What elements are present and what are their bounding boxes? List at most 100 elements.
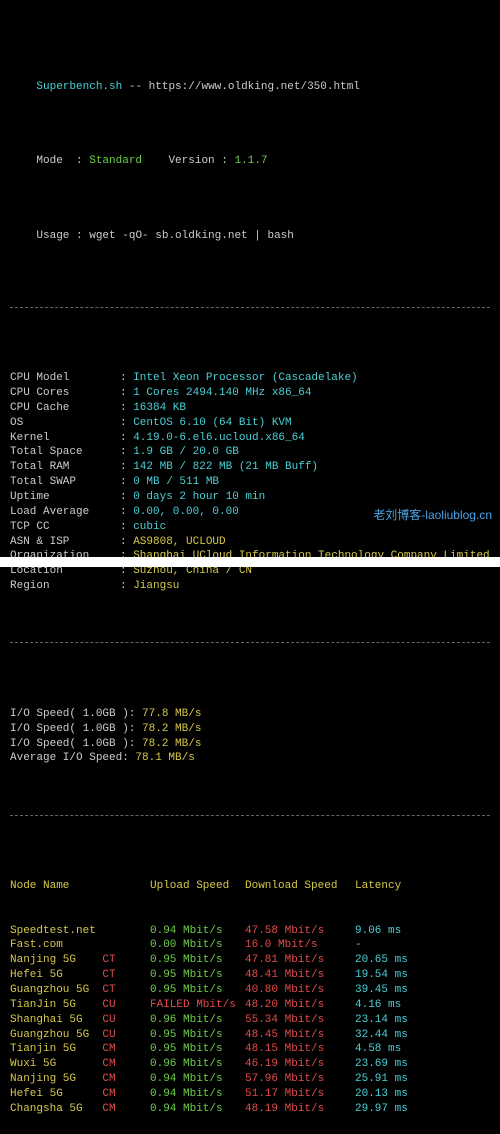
- io-row: I/O Speed( 1.0GB ): 78.2 MB/s: [10, 722, 490, 737]
- upload-speed: 0.95 Mbit/s: [150, 1042, 245, 1057]
- page-footer-blank: [0, 557, 500, 567]
- sys-value: 16384 KB: [133, 402, 186, 414]
- upload-speed: 0.96 Mbit/s: [150, 1057, 245, 1072]
- upload-speed: 0.95 Mbit/s: [150, 1028, 245, 1043]
- node-name: Hefei 5G CM: [10, 1087, 150, 1102]
- upload-speed: 0.94 Mbit/s: [150, 1072, 245, 1087]
- separator: [10, 642, 490, 643]
- sys-row: CPU Model: Intel Xeon Processor (Cascade…: [10, 371, 490, 386]
- speed-row: Tianjin 5G CM0.95 Mbit/s48.15 Mbit/s4.58…: [10, 1042, 490, 1057]
- sys-value: Jiangsu: [133, 580, 179, 592]
- sys-value: 0 days 2 hour 10 min: [133, 491, 265, 503]
- io-row: I/O Speed( 1.0GB ): 77.8 MB/s: [10, 707, 490, 722]
- latency: 19.54 ms: [355, 968, 435, 983]
- sys-label: Load Average: [10, 505, 120, 520]
- sys-row: OS: CentOS 6.10 (64 Bit) KVM: [10, 416, 490, 431]
- sys-row: Total Space: 1.9 GB / 20.0 GB: [10, 445, 490, 460]
- download-speed: 40.80 Mbit/s: [245, 983, 355, 998]
- sys-label: Total RAM: [10, 460, 120, 475]
- header-line-2: Mode : Standard Version : 1.1.7: [10, 140, 490, 185]
- sys-value: cubic: [133, 521, 166, 533]
- upload-speed: 0.96 Mbit/s: [150, 1013, 245, 1028]
- sys-label: TCP CC: [10, 520, 120, 535]
- sys-row: Total SWAP: 0 MB / 511 MB: [10, 475, 490, 490]
- io-value: 78.2 MB/s: [142, 723, 201, 735]
- sys-label: Uptime: [10, 490, 120, 505]
- col-upload: Upload Speed: [150, 879, 245, 894]
- upload-speed: 0.94 Mbit/s: [150, 1087, 245, 1102]
- usage-value: wget -qO- sb.oldking.net | bash: [89, 230, 294, 242]
- latency: 23.69 ms: [355, 1057, 435, 1072]
- sys-value: 4.19.0-6.el6.ucloud.x86_64: [133, 432, 305, 444]
- sys-row: CPU Cores: 1 Cores 2494.140 MHz x86_64: [10, 386, 490, 401]
- download-speed: 47.81 Mbit/s: [245, 953, 355, 968]
- io-row: I/O Speed( 1.0GB ): 78.2 MB/s: [10, 737, 490, 752]
- separator: [10, 815, 490, 816]
- col-download: Download Speed: [245, 879, 355, 894]
- node-name: Shanghai 5G CU: [10, 1013, 150, 1028]
- sys-row: CPU Cache: 16384 KB: [10, 401, 490, 416]
- download-speed: 48.19 Mbit/s: [245, 1102, 355, 1117]
- sys-row: Total RAM: 142 MB / 822 MB (21 MB Buff): [10, 460, 490, 475]
- download-speed: 46.19 Mbit/s: [245, 1057, 355, 1072]
- sys-label: Total SWAP: [10, 475, 120, 490]
- sys-label: CPU Cores: [10, 386, 120, 401]
- header-line-1: Superbench.sh -- https://www.oldking.net…: [10, 65, 490, 110]
- sys-row: ASN & ISP: AS9808, UCLOUD: [10, 535, 490, 550]
- speed-row: Nanjing 5G CM0.94 Mbit/s57.96 Mbit/s25.9…: [10, 1072, 490, 1087]
- latency: 29.97 ms: [355, 1102, 435, 1117]
- speed-header: Node NameUpload SpeedDownload SpeedLaten…: [10, 879, 490, 894]
- latency: 32.44 ms: [355, 1028, 435, 1043]
- sys-label: Kernel: [10, 431, 120, 446]
- speed-row: Fast.com 0.00 Mbit/s16.0 Mbit/s-: [10, 938, 490, 953]
- download-speed: 16.0 Mbit/s: [245, 938, 355, 953]
- upload-speed: 0.94 Mbit/s: [150, 924, 245, 939]
- latency: -: [355, 938, 435, 953]
- sys-label: CPU Model: [10, 371, 120, 386]
- sys-value: Suzhou, China / CN: [133, 565, 252, 577]
- latency: 23.14 ms: [355, 1013, 435, 1028]
- node-name: Wuxi 5G CM: [10, 1057, 150, 1072]
- col-node: Node Name: [10, 879, 150, 894]
- separator: [10, 307, 490, 308]
- header-line-3: Usage : wget -qO- sb.oldking.net | bash: [10, 214, 490, 259]
- sys-label: ASN & ISP: [10, 535, 120, 550]
- node-name: Nanjing 5G CM: [10, 1072, 150, 1087]
- sys-value: 142 MB / 822 MB (21 MB Buff): [133, 461, 318, 473]
- sys-value: Intel Xeon Processor (Cascadelake): [133, 372, 357, 384]
- download-speed: 51.17 Mbit/s: [245, 1087, 355, 1102]
- speed-row: Wuxi 5G CM0.96 Mbit/s46.19 Mbit/s23.69 m…: [10, 1057, 490, 1072]
- download-speed: 48.41 Mbit/s: [245, 968, 355, 983]
- latency: 4.58 ms: [355, 1042, 435, 1057]
- sys-value: 1.9 GB / 20.0 GB: [133, 446, 239, 458]
- sys-row: Region: Jiangsu: [10, 579, 490, 594]
- sys-label: OS: [10, 416, 120, 431]
- speed-row: Nanjing 5G CT0.95 Mbit/s47.81 Mbit/s20.6…: [10, 953, 490, 968]
- download-speed: 55.34 Mbit/s: [245, 1013, 355, 1028]
- upload-speed: FAILED Mbit/s: [150, 998, 245, 1013]
- io-speed-block: I/O Speed( 1.0GB ): 77.8 MB/sI/O Speed( …: [10, 707, 490, 766]
- latency: 9.06 ms: [355, 924, 435, 939]
- latency: 4.16 ms: [355, 998, 435, 1013]
- node-name: Guangzhou 5G CU: [10, 1028, 150, 1043]
- sys-label: Region: [10, 579, 120, 594]
- node-name: TianJin 5G CU: [10, 998, 150, 1013]
- io-value: 77.8 MB/s: [142, 708, 201, 720]
- sys-label: Total Space: [10, 445, 120, 460]
- speed-row: Changsha 5G CM0.94 Mbit/s48.19 Mbit/s29.…: [10, 1102, 490, 1117]
- mode-value: Standard: [89, 155, 142, 167]
- io-avg-value: 78.1 MB/s: [135, 752, 194, 764]
- latency: 25.91 ms: [355, 1072, 435, 1087]
- upload-speed: 0.00 Mbit/s: [150, 938, 245, 953]
- sys-row: Kernel: 4.19.0-6.el6.ucloud.x86_64: [10, 431, 490, 446]
- latency: 39.45 ms: [355, 983, 435, 998]
- node-name: Guangzhou 5G CT: [10, 983, 150, 998]
- script-url: https://www.oldking.net/350.html: [149, 81, 360, 93]
- speed-row: Guangzhou 5G CU0.95 Mbit/s48.45 Mbit/s32…: [10, 1028, 490, 1043]
- upload-speed: 0.95 Mbit/s: [150, 983, 245, 998]
- sys-value: AS9808, UCLOUD: [133, 536, 225, 548]
- upload-speed: 0.95 Mbit/s: [150, 968, 245, 983]
- node-name: Fast.com: [10, 938, 150, 953]
- watermark-text: 老刘博客-laoliublog.cn: [373, 507, 492, 523]
- io-average: Average I/O Speed: 78.1 MB/s: [10, 751, 490, 766]
